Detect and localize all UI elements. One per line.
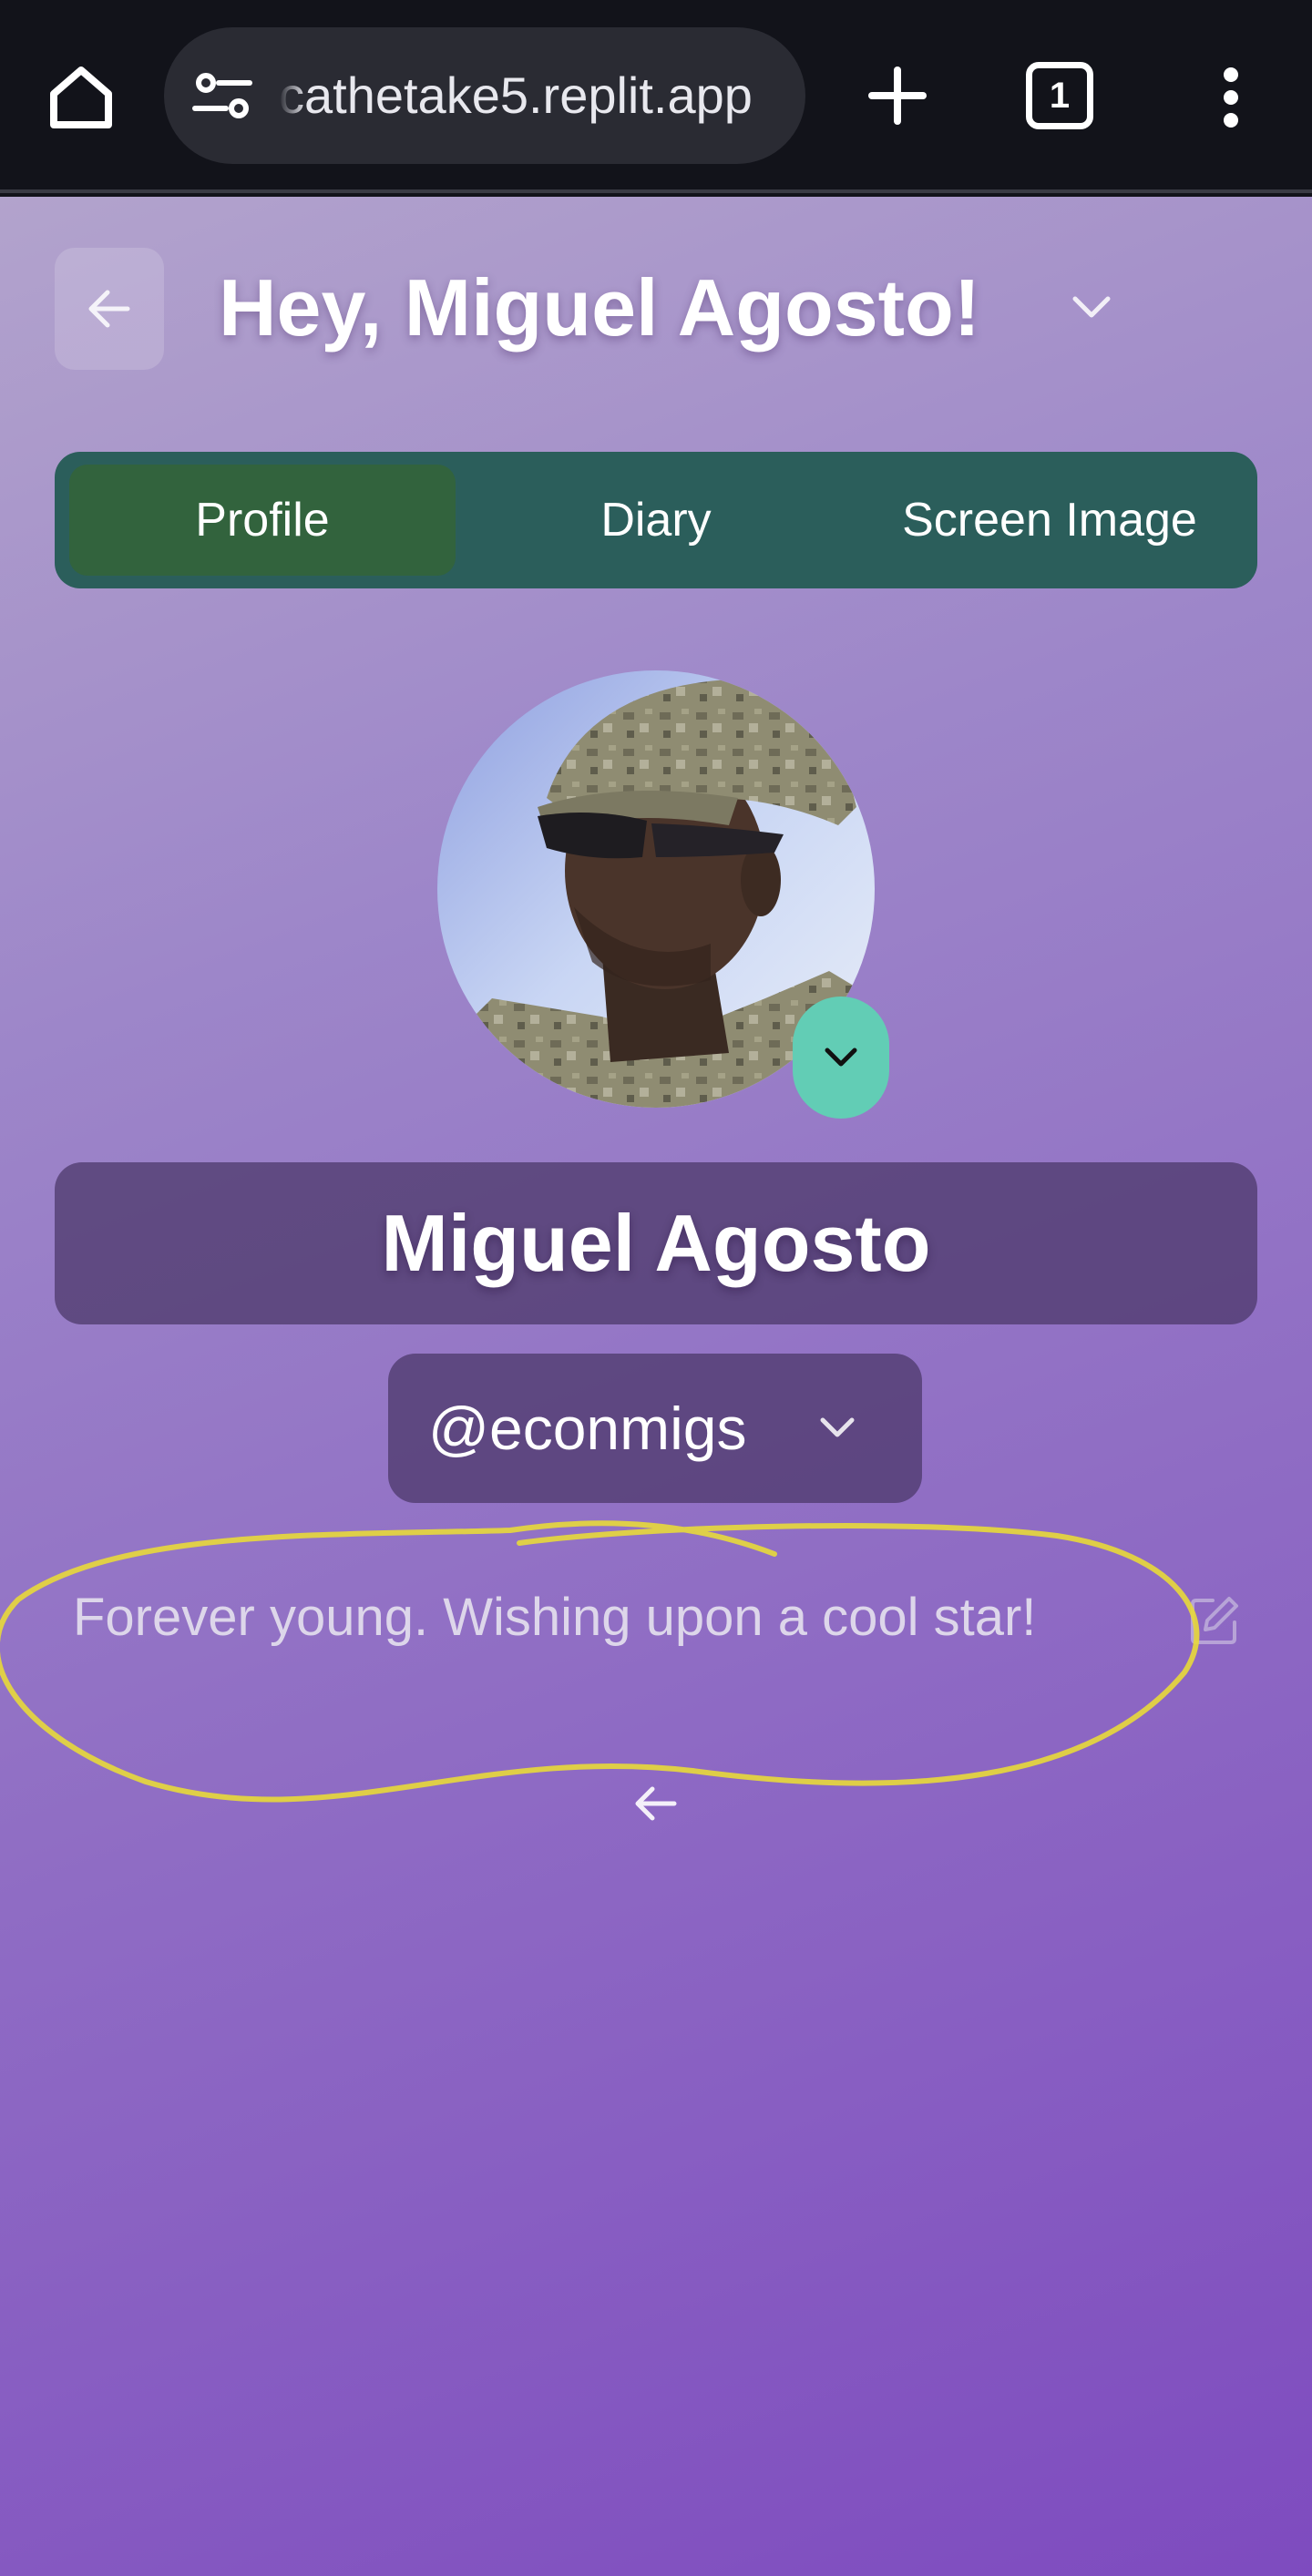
more-menu-button[interactable] [1190,56,1272,138]
avatar-options-button[interactable] [793,997,889,1119]
site-settings-icon[interactable] [190,68,266,123]
home-button[interactable] [40,60,122,135]
tab-diary[interactable]: Diary [463,465,849,576]
chevron-down-icon [816,1410,858,1446]
home-icon [50,66,112,128]
handle-selector[interactable]: @econmigs [388,1354,922,1503]
edit-icon [1191,1597,1238,1644]
url-text[interactable]: cathetake5.replit.app [279,62,789,129]
edit-bio-button[interactable] [1184,1590,1245,1651]
chevron-down-icon [825,1048,857,1067]
profile-handle: @econmigs [428,1395,747,1462]
account-menu-toggle[interactable] [1066,288,1117,328]
profile-page: Hey, Miguel Agosto! Profile Diary Screen… [0,197,1312,2576]
back-button[interactable] [55,248,164,370]
plus-icon [868,66,927,125]
browser-toolbar: cathetake5.replit.app 1 [0,0,1312,193]
section-tabs: Profile Diary Screen Image [55,452,1257,588]
arrow-left-icon [635,1786,677,1821]
profile-bio: Forever young. Wishing upon a cool star! [73,1588,1037,1647]
new-tab-button[interactable] [856,55,938,137]
chevron-down-icon [1072,296,1111,318]
address-bar[interactable]: cathetake5.replit.app [164,27,805,164]
tab-screen-image[interactable]: Screen Image [856,465,1243,576]
arrow-left-icon [88,290,130,328]
name-card: Miguel Agosto [55,1162,1257,1324]
tab-profile[interactable]: Profile [69,465,456,576]
page-title: Hey, Miguel Agosto! [219,262,980,353]
tab-count: 1 [1049,75,1071,116]
collapse-button[interactable] [629,1776,683,1831]
more-vert-icon [1224,67,1238,128]
profile-name: Miguel Agosto [381,1198,931,1288]
tab-switcher-button[interactable]: 1 [1026,62,1093,129]
